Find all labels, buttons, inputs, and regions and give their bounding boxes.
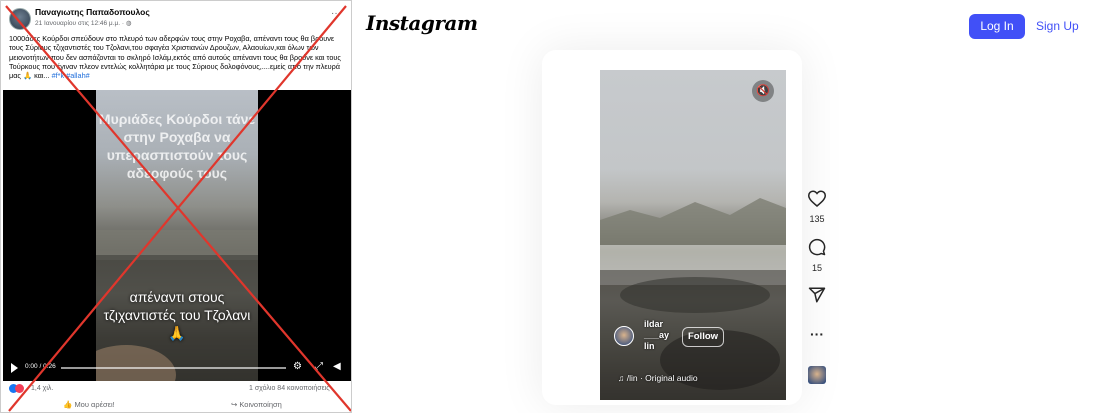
post-actions: 👍 Μου αρέσει! ↪ Κοινοποίηση [1, 398, 351, 412]
video-controls: 0:00 / 0:26 ⚙ ⤢ ◀ [3, 361, 351, 375]
comment-icon [808, 238, 826, 256]
signup-button[interactable]: Sign Up [1036, 14, 1079, 39]
video-overlay-top: Μυριάδες Κούρδοι τάνε στην Ροχαβα να υπε… [98, 111, 256, 181]
thumbs-up-icon: 👍 [63, 400, 75, 409]
share-button[interactable]: ↪ Κοινοποίηση [231, 400, 282, 409]
like-count: 135 [809, 214, 825, 224]
post-hashtags[interactable]: #f*k #allah# [52, 71, 90, 80]
username-line: lin [644, 341, 655, 351]
fullscreen-icon[interactable]: ⤢ [315, 361, 323, 372]
reel-scene [600, 198, 786, 400]
like-action[interactable]: 135 [802, 190, 832, 224]
comment-count: 15 [811, 263, 822, 273]
reel-video[interactable]: 🔇 ildar ___ay lin Follow ♫ /lin · Origin… [600, 70, 786, 400]
username-line: ildar [644, 319, 664, 329]
video-time: 0:00 / 0:26 [25, 363, 56, 370]
post-header: Παναγιωτης Παπαδοπουλος 21 Ιανουαρίου στ… [7, 6, 347, 32]
facebook-post: Παναγιωτης Παπαδοπουλος 21 Ιανουαρίου στ… [0, 0, 352, 413]
comment-action[interactable]: 15 [802, 238, 832, 273]
post-stats: 1,4 χιλ. 1 σχόλιο 84 κοινοποιήσεις [9, 384, 349, 396]
video-overlay-bottom: απέναντι στους τζιχαντιστές του Τζολανι … [103, 289, 251, 341]
share-icon [808, 287, 826, 303]
post-text: 1000άδες Κούρδοι σπεύδουν στο πλευρό των… [9, 34, 347, 80]
reel-username[interactable]: ildar ___ay lin [644, 319, 669, 352]
post-date[interactable]: 21 Ιανουαρίου στις 12:46 μ.μ. · ◍ [35, 19, 131, 27]
more-options-icon[interactable]: ··· [331, 8, 341, 19]
more-icon[interactable]: ··· [802, 326, 832, 342]
share-label: Κοινοποίηση [239, 400, 282, 409]
login-button[interactable]: Log In [969, 14, 1025, 39]
screenshot-root: Παναγιωτης Παπαδοπουλος 21 Ιανουαρίου στ… [0, 0, 1100, 413]
instagram-page: Instagram Log In Sign Up 🔇 ildar ___ay l… [352, 0, 1100, 413]
love-reaction-icon [15, 384, 24, 393]
reel-user-avatar[interactable] [614, 326, 634, 346]
share-action[interactable] [802, 286, 832, 309]
post-date-text: 21 Ιανουαρίου στις 12:46 μ.μ. · [35, 20, 126, 27]
like-label: Μου αρέσει! [74, 400, 115, 409]
username-line: ___ay [644, 330, 670, 340]
gear-icon[interactable]: ⚙ [293, 361, 302, 372]
globe-icon: ◍ [125, 20, 132, 27]
follow-button[interactable]: Follow [682, 327, 724, 347]
reaction-count[interactable]: 1,4 χιλ. [31, 385, 53, 392]
mute-icon[interactable]: 🔇 [752, 80, 774, 102]
video-seek-bar[interactable] [61, 367, 286, 369]
play-icon[interactable] [11, 363, 18, 373]
instagram-logo[interactable]: Instagram [366, 11, 478, 35]
audio-label[interactable]: ♫ /lin · Original audio [618, 373, 698, 383]
author-avatar[interactable] [9, 8, 31, 30]
like-button[interactable]: 👍 Μου αρέσει! [63, 400, 115, 409]
video-player[interactable]: Μυριάδες Κούρδοι τάνε στην Ροχαβα να υπε… [3, 90, 351, 381]
audio-thumbnail[interactable] [808, 366, 826, 384]
author-name[interactable]: Παναγιωτης Παπαδοπουλος [35, 7, 150, 17]
reaction-icons[interactable] [9, 384, 24, 393]
volume-icon[interactable]: ◀ [333, 361, 341, 372]
comments-shares-count[interactable]: 1 σχόλιο 84 κοινοποιήσεις [249, 385, 330, 392]
heart-icon [807, 190, 827, 207]
